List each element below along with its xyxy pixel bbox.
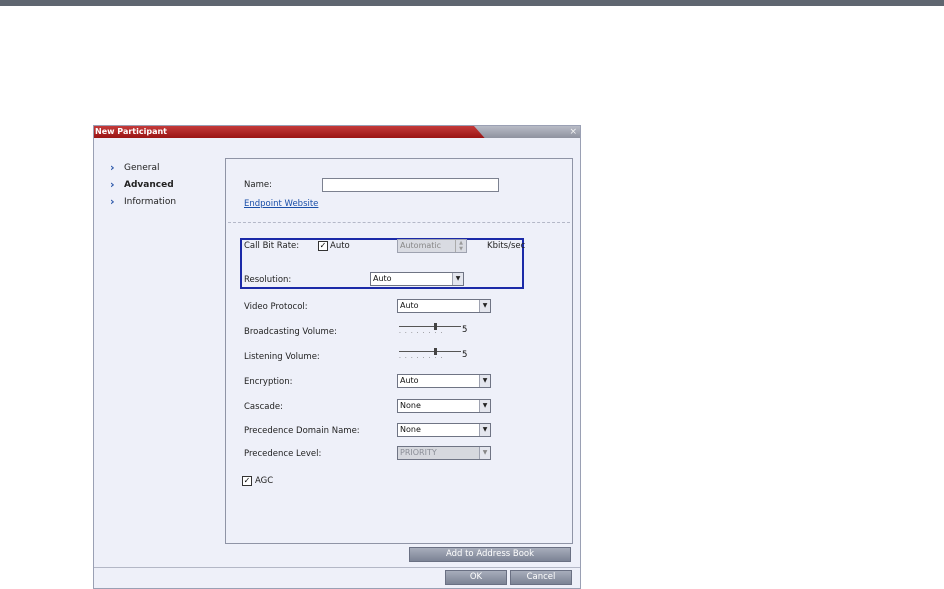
divider	[228, 222, 570, 223]
listening-volume-value: 5	[462, 350, 468, 360]
nav-item-label: Information	[124, 197, 177, 207]
nav-item-label: Advanced	[124, 180, 174, 190]
cascade-label: Cascade:	[244, 402, 283, 412]
titlebar-tail	[474, 126, 580, 138]
dropdown-arrow-icon: ▼	[479, 424, 490, 436]
call-bit-rate-label: Call Bit Rate:	[244, 241, 300, 251]
bitrate-value: Automatic	[400, 241, 442, 250]
resolution-select[interactable]: Auto ▼	[370, 272, 464, 286]
resolution-value: Auto	[373, 274, 392, 283]
cancel-button[interactable]: Cancel	[510, 570, 572, 585]
chevron-right-icon: ›	[110, 161, 115, 174]
precedence-level-label: Precedence Level:	[244, 449, 322, 459]
agc-label: AGC	[255, 476, 274, 486]
slider-track	[399, 351, 461, 352]
nav-item-label: General	[124, 163, 160, 173]
precedence-domain-select[interactable]: None ▼	[397, 423, 491, 437]
slider-thumb[interactable]	[434, 323, 437, 330]
precedence-level-value: PRIORITY	[400, 448, 437, 457]
dialog-title: New Participant	[95, 127, 167, 136]
dropdown-arrow-icon: ▼	[452, 273, 463, 285]
dropdown-arrow-icon: ▼	[479, 375, 490, 387]
add-to-address-book-button[interactable]: Add to Address Book	[409, 547, 571, 562]
bitrate-unit: Kbits/sec	[487, 241, 526, 251]
encryption-select[interactable]: Auto ▼	[397, 374, 491, 388]
dropdown-arrow-icon: ▼	[479, 300, 490, 312]
close-icon[interactable]: ×	[569, 126, 577, 138]
slider-ticks: ········	[399, 330, 447, 337]
auto-checkbox[interactable]: ✓	[318, 241, 328, 251]
listening-volume-slider[interactable]: ········	[399, 348, 461, 362]
nav-item-information[interactable]: › Information	[110, 196, 176, 213]
ok-button[interactable]: OK	[445, 570, 507, 585]
agc-checkbox[interactable]: ✓	[242, 476, 252, 486]
dialog-titlebar: New Participant ×	[94, 126, 580, 138]
chevron-right-icon: ›	[110, 195, 115, 208]
broadcasting-volume-value: 5	[462, 325, 468, 335]
nav-item-advanced[interactable]: › Advanced	[110, 179, 176, 196]
slider-ticks: ········	[399, 355, 447, 362]
auto-checkbox-label: Auto	[330, 241, 350, 251]
slider-thumb[interactable]	[434, 348, 437, 355]
cascade-value: None	[400, 401, 421, 410]
precedence-domain-value: None	[400, 425, 421, 434]
cascade-select[interactable]: None ▼	[397, 399, 491, 413]
precedence-level-select: PRIORITY ▼	[397, 446, 491, 460]
video-protocol-label: Video Protocol:	[244, 302, 308, 312]
spinner-arrows-icon: ▲ ▼	[455, 240, 466, 252]
endpoint-website-link[interactable]: Endpoint Website	[244, 199, 318, 209]
nav-item-general[interactable]: › General	[110, 162, 176, 179]
resolution-label: Resolution:	[244, 275, 292, 285]
dropdown-arrow-icon: ▼	[479, 447, 490, 459]
new-participant-dialog: New Participant × › General › Advanced ›…	[93, 125, 581, 589]
broadcasting-volume-label: Broadcasting Volume:	[244, 327, 337, 337]
slider-track	[399, 326, 461, 327]
dialog-nav: › General › Advanced › Information	[110, 162, 176, 213]
top-bar	[0, 0, 944, 6]
advanced-settings-panel: Name: Endpoint Website Call Bit Rate: ✓ …	[225, 158, 573, 544]
precedence-domain-label: Precedence Domain Name:	[244, 426, 360, 436]
chevron-right-icon: ›	[110, 178, 115, 191]
video-protocol-value: Auto	[400, 301, 419, 310]
name-label: Name:	[244, 180, 272, 190]
dropdown-arrow-icon: ▼	[479, 400, 490, 412]
footer-divider	[94, 567, 580, 568]
listening-volume-label: Listening Volume:	[244, 352, 320, 362]
broadcasting-volume-slider[interactable]: ········	[399, 323, 461, 337]
encryption-label: Encryption:	[244, 377, 293, 387]
name-field[interactable]	[322, 178, 499, 192]
bitrate-spinner: Automatic ▲ ▼	[397, 239, 467, 253]
video-protocol-select[interactable]: Auto ▼	[397, 299, 491, 313]
encryption-value: Auto	[400, 376, 419, 385]
